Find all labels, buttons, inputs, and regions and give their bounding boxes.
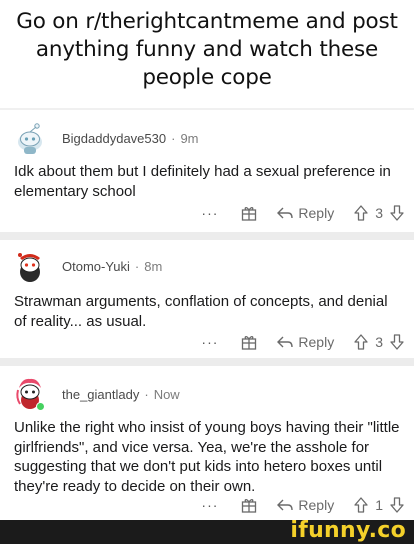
upvote-icon[interactable] — [354, 205, 368, 221]
divider — [0, 232, 414, 240]
reply-button[interactable]: Reply — [298, 205, 334, 221]
headline: Go on r/therightcantmeme and post anythi… — [16, 9, 398, 90]
reply-button[interactable]: Reply — [298, 334, 334, 350]
divider — [0, 358, 414, 366]
username[interactable]: Otomo-Yuki — [62, 259, 130, 274]
separator: · — [134, 258, 140, 274]
separator: · — [171, 130, 176, 146]
vote-score: 3 — [375, 334, 383, 350]
comment-header: Bigdaddydave530 · 9m — [12, 120, 199, 156]
comment-header: the_giantlady · Now — [12, 376, 180, 412]
reply-icon[interactable] — [276, 335, 294, 349]
timestamp: Now — [153, 386, 180, 402]
reply-icon[interactable] — [276, 498, 294, 512]
downvote-icon[interactable] — [390, 205, 404, 221]
online-status-icon — [36, 402, 45, 411]
downvote-icon[interactable] — [390, 334, 404, 350]
username[interactable]: Bigdaddydave530 — [62, 131, 166, 146]
reply-button[interactable]: Reply — [298, 497, 334, 513]
timestamp: 8m — [144, 258, 163, 274]
snoo-avatar-icon — [18, 253, 40, 282]
upvote-icon[interactable] — [354, 497, 368, 513]
username[interactable]: the_giantlady — [62, 387, 139, 402]
avatar[interactable] — [12, 376, 48, 412]
comment-text: Strawman arguments, conflation of concep… — [14, 293, 388, 330]
reply-icon[interactable] — [276, 206, 294, 220]
divider — [0, 108, 414, 110]
ifunny-logo: ifunny.co — [290, 518, 406, 543]
timestamp: 9m — [180, 130, 199, 146]
vote-score: 3 — [375, 205, 383, 221]
more-options-button[interactable]: ··· — [201, 334, 218, 350]
comment-text: Idk about them but I definitely had a se… — [14, 163, 391, 200]
award-icon[interactable] — [240, 204, 258, 222]
comment-actions: ··· Reply 1 — [201, 494, 404, 516]
award-icon[interactable] — [240, 333, 258, 351]
more-options-button[interactable]: ··· — [201, 205, 218, 221]
avatar[interactable] — [12, 120, 48, 156]
avatar[interactable] — [12, 248, 48, 284]
snoo-avatar-icon — [18, 123, 42, 154]
comment-header: Otomo-Yuki · 8m — [12, 248, 162, 284]
vote-score: 1 — [375, 497, 383, 513]
comment-actions: ··· Reply 3 — [201, 331, 404, 353]
upvote-icon[interactable] — [354, 334, 368, 350]
comment-actions: ··· Reply 3 — [201, 202, 404, 224]
separator: · — [144, 386, 149, 402]
comment-text: Unlike the right who insist of young boy… — [14, 419, 400, 495]
more-options-button[interactable]: ··· — [201, 497, 218, 513]
award-icon[interactable] — [240, 496, 258, 514]
downvote-icon[interactable] — [390, 497, 404, 513]
